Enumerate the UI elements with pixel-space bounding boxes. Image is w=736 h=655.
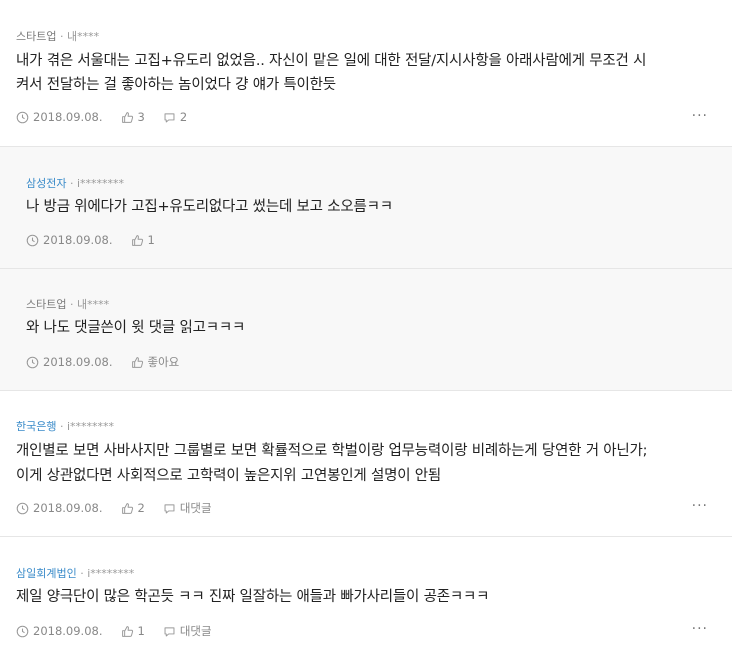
reply-item: 스타트업 · 내**** 와 나도 댓글쓴이 윗 댓글 읽고ㅋㅋㅋ 2018.0… [0, 269, 732, 391]
comment-body-line: 나 방금 위에다가 고집+유도리없다고 썼는데 보고 소오름ㅋㅋ [26, 199, 393, 215]
clock-icon [16, 625, 29, 637]
author-company: 스타트업 [16, 30, 57, 43]
clock-icon [26, 234, 39, 246]
comment-footer: 2018.09.08. 1 대댓글 [16, 623, 230, 639]
like-count: 2 [137, 501, 145, 515]
comment-body-line: 제일 양극단이 많은 학곤듯 ㅋㅋ 진짜 일잘하는 애들과 빠가사리들이 공존ㅋ… [16, 589, 490, 605]
meta-separator: · [69, 177, 74, 190]
more-options-icon[interactable]: ··· [692, 108, 708, 124]
author-name: i******** [87, 567, 135, 580]
comment-meta: 한국은행 · i******** [16, 418, 114, 434]
thumbs-up-icon [131, 234, 143, 246]
like-button[interactable]: 1 [131, 233, 155, 247]
meta-separator: · [69, 298, 74, 311]
author-name: 내**** [76, 298, 110, 311]
author-company: 스타트업 [26, 298, 67, 311]
comment-meta: 스타트업 · 내**** [26, 296, 109, 312]
thumbs-up-icon [131, 356, 143, 368]
like-count: 3 [137, 110, 145, 124]
like-count: 1 [137, 624, 145, 638]
comment-body-line: 와 나도 댓글쓴이 윗 댓글 읽고ㅋㅋㅋ [26, 320, 246, 336]
comment-footer: 2018.09.08. 3 2 [16, 110, 205, 124]
date-text: 2018.09.08. [33, 501, 103, 515]
author-name: 내**** [66, 30, 100, 43]
like-button[interactable]: 2 [121, 501, 145, 515]
comment-footer: 2018.09.08. 1 [26, 233, 173, 247]
meta-separator: · [80, 567, 84, 580]
meta-separator: · [59, 420, 64, 433]
comment-item: 스타트업 · 내**** 내가 겪은 서울대는 고집+유도리 없었음.. 자신이… [0, 0, 732, 147]
date: 2018.09.08. [26, 233, 113, 247]
comment-meta: 삼일회계법인 · i******** [16, 565, 134, 581]
date-text: 2018.09.08. [33, 624, 103, 638]
reply-label: 대댓글 [179, 624, 212, 638]
comment-body-line: 켜서 전달하는 걸 좋아하는 놈이었다 걍 얘가 특이한듯 [16, 77, 336, 93]
clock-icon [16, 111, 29, 123]
reply-count: 2 [179, 110, 188, 124]
comment-footer: 2018.09.08. 2 대댓글 [16, 500, 230, 516]
speech-bubble-icon [164, 112, 175, 122]
more-options-icon[interactable]: ··· [692, 621, 708, 637]
reply-button[interactable]: 대댓글 [163, 500, 212, 516]
comment-body-line: 이게 상관없다면 사회적으로 고학력이 높은지위 고연봉인게 설명이 안됨 [16, 468, 442, 484]
comment-body-line: 개인별로 보면 사바사지만 그룹별로 보면 확률적으로 학벌이랑 업무능력이랑 … [16, 443, 648, 459]
date-text: 2018.09.08. [43, 233, 113, 247]
thumbs-up-icon [121, 625, 133, 637]
comment-item: 한국은행 · i******** 개인별로 보면 사바사지만 그룹별로 보면 확… [0, 391, 732, 537]
reply-button[interactable]: 대댓글 [163, 623, 212, 639]
like-label: 좋아요 [147, 355, 180, 369]
comment-meta: 스타트업 · 내**** [16, 28, 99, 44]
comment-item: 삼일회계법인 · i******** 제일 양극단이 많은 학곤듯 ㅋㅋ 진짜 … [0, 537, 732, 655]
author-company: 삼일회계법인 [16, 567, 77, 580]
like-button[interactable]: 1 [121, 624, 145, 638]
date: 2018.09.08. [16, 624, 103, 638]
like-button[interactable]: 3 [121, 110, 145, 124]
comment-body-line: 내가 겪은 서울대는 고집+유도리 없었음.. 자신이 맡은 일에 대한 전달/… [16, 53, 647, 69]
comment-footer: 2018.09.08. 좋아요 [26, 354, 197, 370]
author-company: 한국은행 [16, 420, 57, 433]
like-count: 1 [147, 233, 155, 247]
meta-separator: · [59, 30, 64, 43]
speech-bubble-icon [164, 626, 175, 636]
more-options-icon[interactable]: ··· [692, 498, 708, 514]
reply-item: 삼성전자 · i******** 나 방금 위에다가 고집+유도리없다고 썼는데… [0, 147, 732, 269]
thumbs-up-icon [121, 111, 133, 123]
date: 2018.09.08. [26, 355, 113, 369]
date: 2018.09.08. [16, 110, 103, 124]
date-text: 2018.09.08. [33, 110, 103, 124]
author-name: i******** [66, 420, 115, 433]
speech-bubble-icon [164, 503, 175, 513]
reply-button[interactable]: 2 [163, 110, 187, 124]
like-button[interactable]: 좋아요 [131, 354, 180, 370]
date: 2018.09.08. [16, 501, 103, 515]
comment-meta: 삼성전자 · i******** [26, 175, 124, 191]
clock-icon [26, 356, 39, 368]
date-text: 2018.09.08. [43, 355, 113, 369]
author-company: 삼성전자 [26, 177, 67, 190]
thumbs-up-icon [121, 502, 133, 514]
clock-icon [16, 502, 29, 514]
reply-label: 대댓글 [179, 501, 212, 515]
author-name: i******** [76, 177, 125, 190]
